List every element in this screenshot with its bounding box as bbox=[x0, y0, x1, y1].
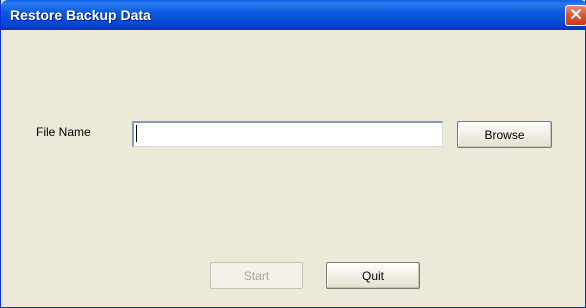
file-name-input[interactable] bbox=[132, 121, 443, 147]
file-name-label: File Name bbox=[36, 125, 91, 139]
close-button[interactable] bbox=[565, 5, 586, 26]
window-title: Restore Backup Data bbox=[10, 7, 151, 23]
title-bar[interactable]: Restore Backup Data bbox=[1, 0, 586, 30]
browse-button[interactable]: Browse bbox=[457, 121, 552, 148]
close-icon bbox=[570, 8, 582, 23]
text-caret bbox=[136, 125, 137, 142]
restore-backup-window: Restore Backup Data File Name Browse Sta… bbox=[0, 0, 586, 308]
start-button[interactable]: Start bbox=[210, 262, 303, 289]
quit-button[interactable]: Quit bbox=[326, 262, 420, 289]
